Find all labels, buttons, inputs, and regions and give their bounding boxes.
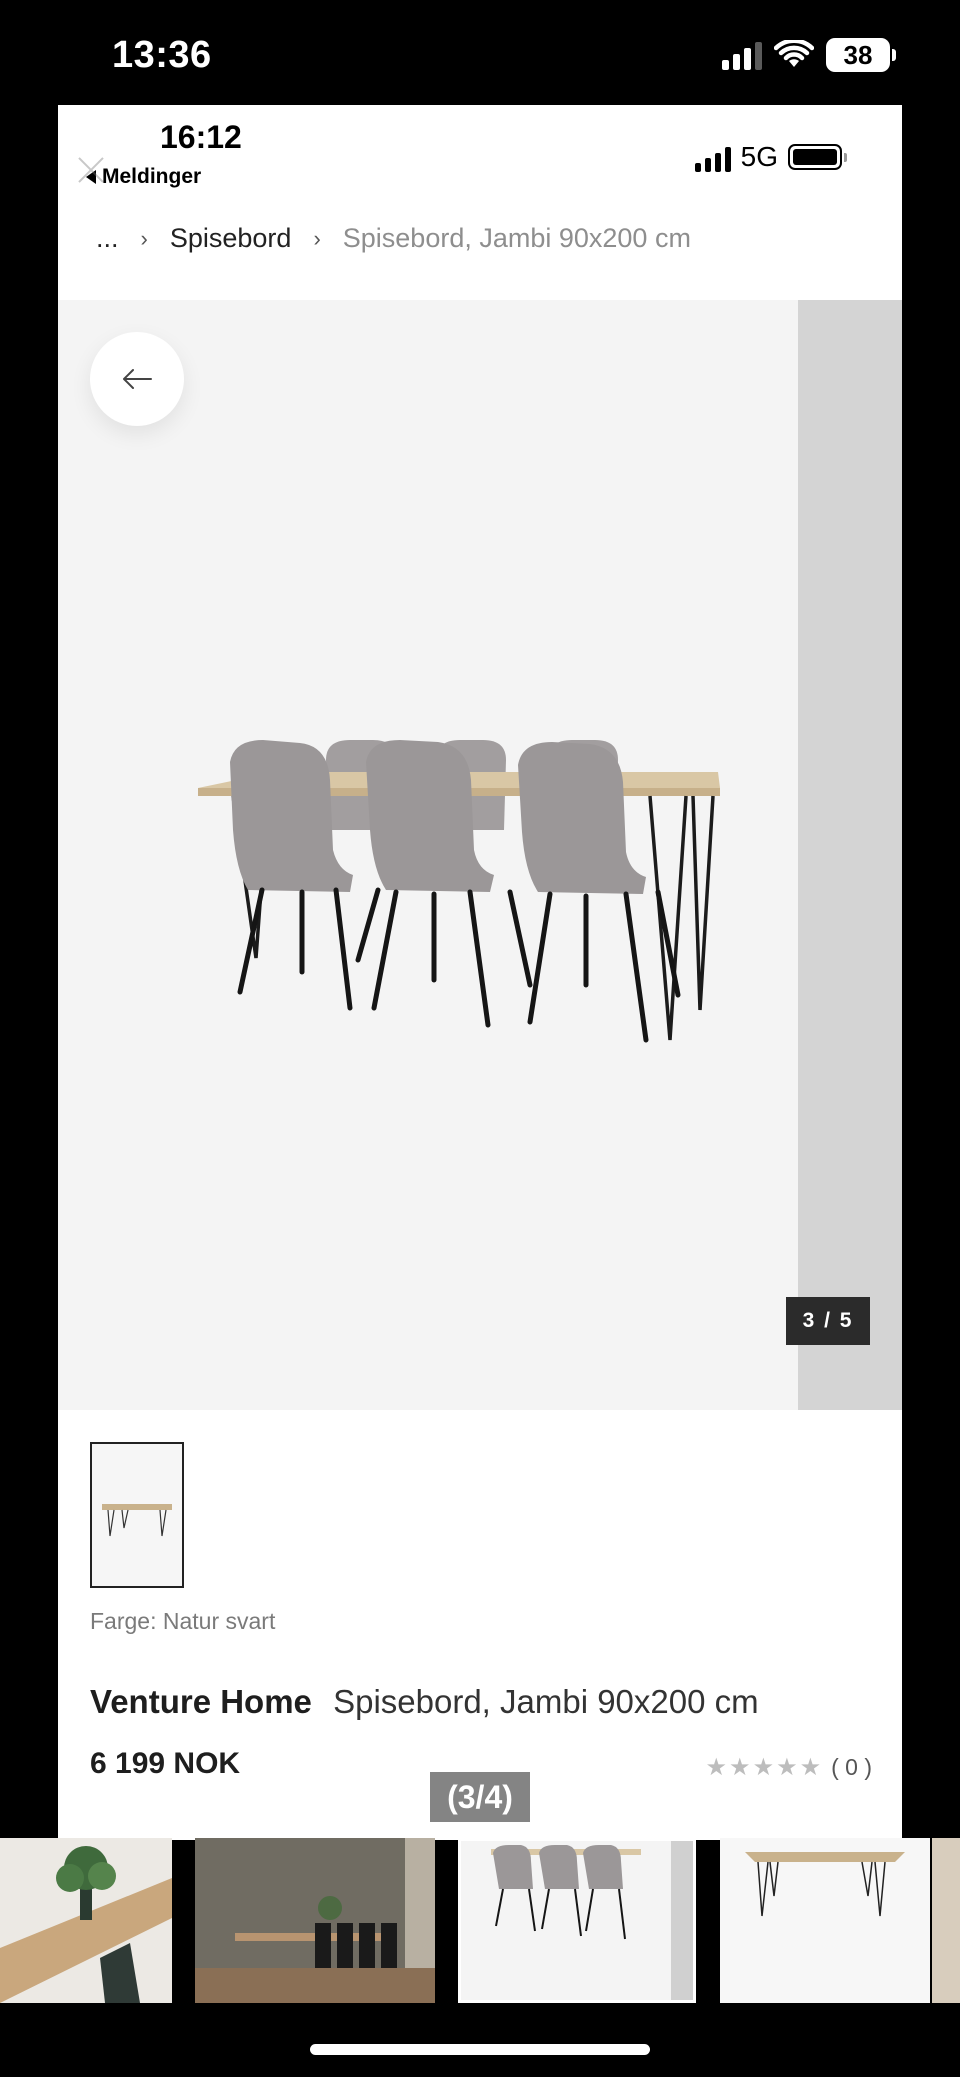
rating-stars-icon: ★★★★★	[705, 1754, 824, 1781]
embedded-screenshot: 16:12 Meldinger 5G ... › Spisebord › Spi…	[58, 105, 902, 1840]
table-plant-photo	[0, 1838, 172, 2003]
screenshot-thumbnail-strip	[0, 1838, 960, 2006]
product-rating[interactable]: ★★★★★ ( 0 )	[706, 1753, 872, 1782]
arrow-left-icon	[123, 369, 152, 389]
product-image-gallery[interactable]: 3 / 5	[58, 300, 902, 1410]
back-button[interactable]	[90, 332, 184, 426]
inner-clock: 16:12	[160, 119, 242, 155]
network-type: 5G	[740, 141, 778, 172]
breadcrumb-ellipsis[interactable]: ...	[96, 223, 119, 254]
dining-room-photo	[195, 1838, 435, 2003]
battery-icon: 38	[826, 38, 896, 72]
chevron-right-icon: ›	[313, 225, 321, 251]
chevron-right-icon: ›	[140, 225, 148, 251]
rating-count: ( 0 )	[831, 1754, 872, 1780]
os-status-bar: 38	[722, 38, 896, 72]
close-icon[interactable]	[74, 153, 108, 187]
product-price: 6 199 NOK	[90, 1747, 241, 1780]
home-indicator[interactable]	[310, 2044, 650, 2055]
color-label: Farge: Natur svart	[90, 1608, 276, 1634]
screenshot-thumbnail-4[interactable]	[720, 1838, 930, 2003]
screenshot-counter: (3/4)	[430, 1772, 530, 1822]
product-name: Spisebord, Jambi 90x200 cm	[333, 1683, 759, 1720]
image-counter: 3 / 5	[786, 1297, 870, 1345]
product-title: Venture Home Spisebord, Jambi 90x200 cm	[90, 1683, 759, 1721]
inner-signal-icon	[694, 142, 731, 172]
wifi-icon	[774, 40, 814, 67]
color-variant-thumbnail[interactable]	[90, 1442, 184, 1588]
breadcrumb-current: Spisebord, Jambi 90x200 cm	[342, 223, 691, 253]
table-only-thumbnail	[720, 1838, 930, 2003]
screenshot-thumbnail-5-peek[interactable]	[932, 1838, 960, 2003]
next-image-peek[interactable]	[798, 300, 902, 1410]
breadcrumb-category[interactable]: Spisebord	[170, 223, 292, 254]
os-clock: 13:36	[112, 34, 212, 76]
cellular-signal-icon	[722, 40, 762, 70]
screenshot-thumbnail-2[interactable]	[195, 1838, 435, 2003]
screenshot-thumbnail-1[interactable]	[0, 1838, 172, 2003]
back-to-app-link[interactable]: Meldinger	[72, 165, 201, 189]
dining-set-thumbnail	[461, 1841, 693, 2000]
phone-screen: 13:36 38 16:12 Meldinger 5G ... › Spiseb…	[0, 0, 960, 2077]
table-thumbnail-image	[102, 1504, 172, 1537]
dining-set-image	[198, 740, 720, 1043]
product-brand[interactable]: Venture Home	[90, 1683, 312, 1720]
inner-battery-icon	[788, 144, 847, 170]
screenshot-thumbnail-3-selected[interactable]	[458, 1838, 696, 2003]
breadcrumb: ... › Spisebord › Spisebord, Jambi 90x20…	[96, 223, 691, 254]
back-app-label: Meldinger	[102, 165, 202, 188]
inner-status-bar: 5G	[694, 141, 847, 173]
